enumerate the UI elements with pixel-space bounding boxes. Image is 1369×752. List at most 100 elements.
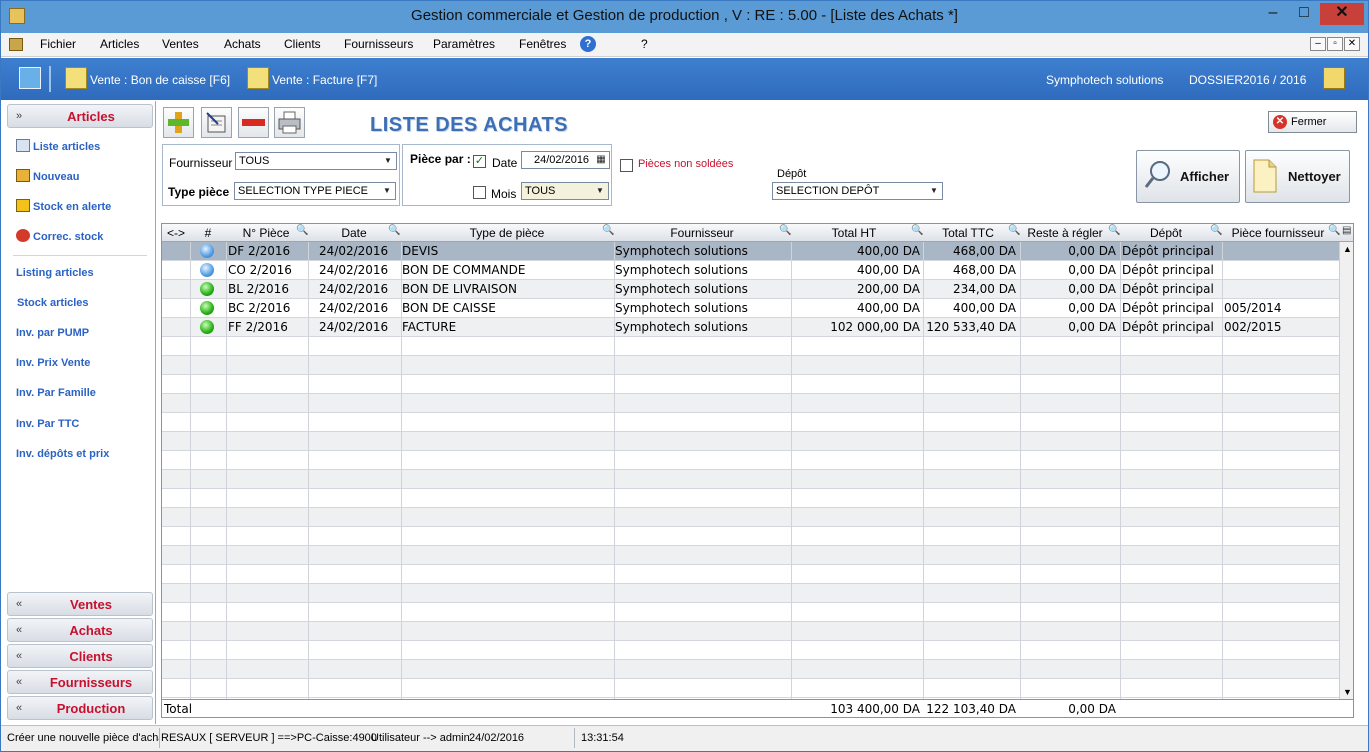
nav-nouveau[interactable]: Nouveau	[16, 169, 79, 183]
help-icon[interactable]: ?	[580, 36, 596, 52]
panel-header-fournisseurs[interactable]: «Fournisseurs	[7, 670, 153, 694]
mois-checkbox[interactable]	[473, 186, 486, 199]
menu-ventes[interactable]: Ventes	[162, 37, 199, 51]
close-icon: ✕	[1273, 115, 1287, 129]
key-icon[interactable]: 🔍	[296, 225, 308, 236]
menu-parametres[interactable]: Paramètres	[433, 37, 495, 51]
chevron-down-icon[interactable]: ▼	[381, 154, 395, 168]
table-row[interactable]: DF 2/2016 24/02/2016 DEVIS Symphotech so…	[162, 242, 1339, 261]
scroll-up-icon[interactable]: ▲	[1343, 244, 1352, 254]
add-button[interactable]	[163, 107, 194, 138]
calculator-icon[interactable]	[19, 67, 41, 89]
col-header-status[interactable]: #	[190, 226, 226, 240]
menu-fichier[interactable]: Fichier	[40, 37, 76, 51]
menu-articles[interactable]: Articles	[100, 37, 139, 51]
nav-liste-articles[interactable]: Liste articles	[16, 139, 100, 153]
menu-fournisseurs[interactable]: Fournisseurs	[344, 37, 413, 51]
minimize-button[interactable]: –	[1258, 3, 1288, 25]
nav-inv-depots-prix[interactable]: Inv. dépôts et prix	[16, 448, 109, 460]
chevron-down-icon: »	[16, 110, 23, 122]
col-header-total-ttc[interactable]: Total TTC	[923, 226, 1013, 240]
col-header-type[interactable]: Type de pièce	[401, 226, 613, 240]
depot-combo[interactable]: SELECTION DEPÔT ▼	[772, 182, 943, 200]
table-row[interactable]: BL 2/2016 24/02/2016 BON DE LIVRAISON Sy…	[162, 280, 1339, 299]
vertical-scrollbar[interactable]: ▲ ▼	[1339, 242, 1353, 699]
status-network: RESAUX [ SERVEUR ] ==>PC-Caisse:4900	[161, 732, 377, 744]
chevron-down-icon[interactable]: ▼	[927, 184, 941, 198]
panel-header-achats[interactable]: «Achats	[7, 618, 153, 642]
col-header-num-piece[interactable]: N° Pièce	[226, 226, 306, 240]
menu-question[interactable]: ?	[641, 37, 648, 51]
print-button[interactable]	[274, 107, 305, 138]
panel-header-production[interactable]: «Production	[7, 696, 153, 720]
col-header-date[interactable]: Date	[308, 226, 400, 240]
nav-inv-famille[interactable]: Inv. Par Famille	[16, 387, 96, 399]
col-header-piece-fournisseur[interactable]: Pièce fournisseur	[1223, 226, 1333, 240]
bon-caisse-icon[interactable]	[65, 67, 87, 89]
folder-check-icon[interactable]	[1323, 67, 1345, 89]
non-soldees-checkbox[interactable]	[620, 159, 633, 172]
shortcut-bon-caisse[interactable]: Vente : Bon de caisse [F6]	[90, 73, 230, 87]
col-header-fournisseur[interactable]: Fournisseur	[614, 226, 790, 240]
menu-achats[interactable]: Achats	[224, 37, 261, 51]
nav-correc-stock[interactable]: Correc. stock	[16, 229, 103, 243]
close-window-button[interactable]: ✕	[1320, 3, 1364, 25]
key-icon[interactable]: 🔍	[602, 225, 614, 236]
status-blue-icon	[200, 263, 214, 277]
key-icon[interactable]: 🔍	[1008, 225, 1020, 236]
menu-clients[interactable]: Clients	[284, 37, 321, 51]
scroll-down-icon[interactable]: ▼	[1343, 687, 1352, 697]
columns-icon[interactable]: ▤	[1342, 225, 1351, 236]
col-header-total-ht[interactable]: Total HT	[791, 226, 917, 240]
shortcut-facture[interactable]: Vente : Facture [F7]	[272, 73, 377, 87]
key-icon[interactable]: 🔍	[1328, 225, 1340, 236]
close-button[interactable]: ✕ Fermer	[1268, 111, 1357, 133]
table-row[interactable]: BC 2/2016 24/02/2016 BON DE CAISSE Symph…	[162, 299, 1339, 318]
nav-stock-articles[interactable]: Stock articles	[17, 297, 89, 309]
empty-row	[162, 432, 1339, 451]
key-icon[interactable]: 🔍	[1108, 225, 1120, 236]
status-hint: Créer une nouvelle pièce d'achat	[7, 732, 159, 744]
nav-inv-ttc[interactable]: Inv. Par TTC	[16, 418, 79, 430]
delete-button[interactable]	[238, 107, 269, 138]
date-checkbox[interactable]: ✓	[473, 155, 486, 168]
nav-stock-alerte[interactable]: Stock en alerte	[16, 199, 111, 213]
fournisseur-label: Fournisseur	[169, 156, 233, 170]
nav-listing-articles[interactable]: Listing articles	[16, 267, 94, 279]
chevron-down-icon[interactable]: ▼	[380, 184, 394, 198]
panel-header-ventes[interactable]: «Ventes	[7, 592, 153, 616]
type-piece-label: Type pièce	[168, 185, 230, 199]
key-icon[interactable]: 🔍	[1210, 225, 1222, 236]
nav-inv-pump[interactable]: Inv. par PUMP	[16, 327, 89, 339]
col-header-resize[interactable]: <->	[162, 226, 190, 240]
panel-header-clients[interactable]: «Clients	[7, 644, 153, 668]
status-separator	[159, 728, 160, 748]
col-header-reste[interactable]: Reste à régler	[1020, 226, 1110, 240]
nav-inv-prix-vente[interactable]: Inv. Prix Vente	[16, 357, 90, 369]
title-bar: Gestion commerciale et Gestion de produc…	[1, 1, 1368, 33]
maximize-button[interactable]: □	[1289, 3, 1319, 25]
total-ht: 103 400,00 DA	[830, 702, 920, 716]
table-row[interactable]: CO 2/2016 24/02/2016 BON DE COMMANDE Sym…	[162, 261, 1339, 280]
edit-button[interactable]	[201, 107, 232, 138]
chevron-down-icon[interactable]: ▼	[593, 184, 607, 198]
key-icon[interactable]: 🔍	[388, 225, 400, 236]
chevron-up-icon: «	[16, 624, 23, 636]
date-input[interactable]: 24/02/2016 ▦	[521, 151, 610, 169]
mdi-minimize-button[interactable]: –	[1310, 37, 1326, 51]
calendar-icon[interactable]: ▦	[594, 153, 608, 167]
type-piece-combo[interactable]: SELECTION TYPE PIECE ▼	[234, 182, 396, 200]
table-row[interactable]: FF 2/2016 24/02/2016 FACTURE Symphotech …	[162, 318, 1339, 337]
key-icon[interactable]: 🔍	[779, 225, 791, 236]
mois-combo[interactable]: TOUS ▼	[521, 182, 609, 200]
key-icon[interactable]: 🔍	[911, 225, 923, 236]
menu-fenetres[interactable]: Fenêtres	[519, 37, 566, 51]
mdi-close-button[interactable]: ✕	[1344, 37, 1360, 51]
nettoyer-button[interactable]: Nettoyer	[1245, 150, 1350, 203]
col-header-depot[interactable]: Dépôt	[1120, 226, 1212, 240]
fournisseur-combo[interactable]: TOUS ▼	[235, 152, 397, 170]
afficher-button[interactable]: Afficher	[1136, 150, 1240, 203]
panel-header-articles[interactable]: » Articles	[7, 104, 153, 128]
facture-icon[interactable]	[247, 67, 269, 89]
mdi-restore-button[interactable]: ▫	[1327, 37, 1343, 51]
